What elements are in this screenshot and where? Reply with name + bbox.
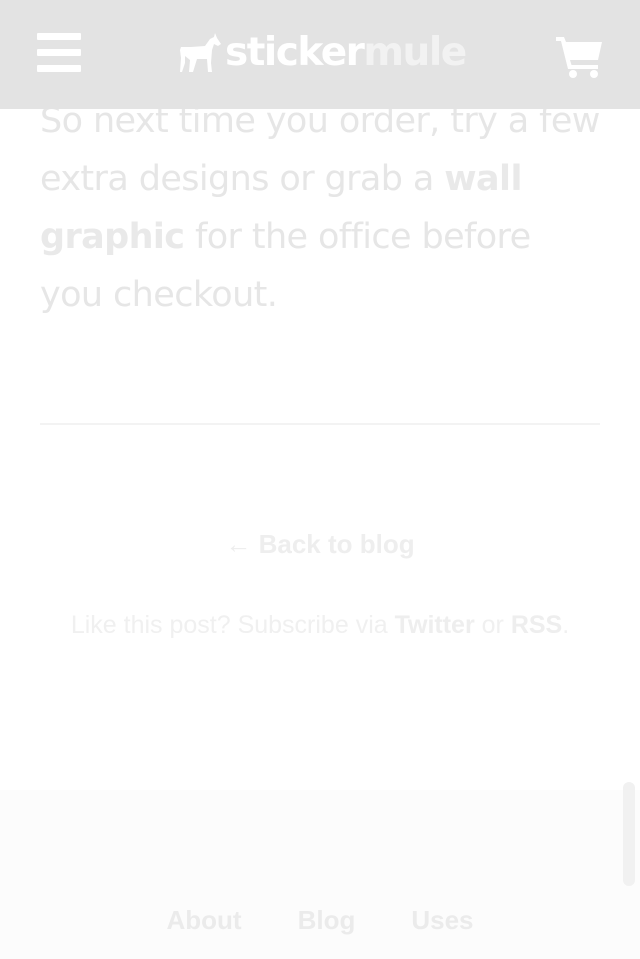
content-divider [40, 423, 600, 425]
left-arrow-icon: ← [225, 529, 252, 559]
logo-word-sticker: sticker [225, 30, 365, 75]
rss-link[interactable]: RSS [511, 611, 562, 639]
stickermule-logo[interactable]: stickermule [179, 30, 467, 76]
logo-word-mule: mule [363, 30, 467, 75]
footer-nav: About Blog Uses [0, 902, 640, 938]
footer-link-about[interactable]: About [166, 902, 241, 938]
subscribe-or: or [474, 611, 511, 639]
footer-link-blog[interactable]: Blog [298, 902, 356, 938]
article-paragraph: So next time you order, try a few extra … [40, 92, 600, 324]
vertical-scrollbar[interactable] [623, 782, 635, 886]
subscribe-period: . [562, 611, 570, 639]
twitter-link[interactable]: Twitter [395, 611, 475, 639]
back-to-blog-link[interactable]: ← Back to blog [0, 526, 640, 562]
footer-link-uses[interactable]: Uses [411, 902, 473, 938]
top-nav-bar: stickermule [0, 0, 640, 109]
hamburger-menu-icon[interactable] [37, 33, 81, 73]
logo-wordmark: stickermule [225, 30, 467, 76]
subscribe-prefix: Like this post? Subscribe via [70, 611, 395, 639]
back-to-blog-label: Back to blog [258, 529, 415, 559]
mule-icon [180, 33, 221, 72]
page-footer: About Blog Uses [0, 790, 640, 959]
shopping-cart-icon[interactable] [556, 34, 604, 78]
subscribe-text: Like this post? Subscribe via Twitter or… [70, 603, 570, 647]
